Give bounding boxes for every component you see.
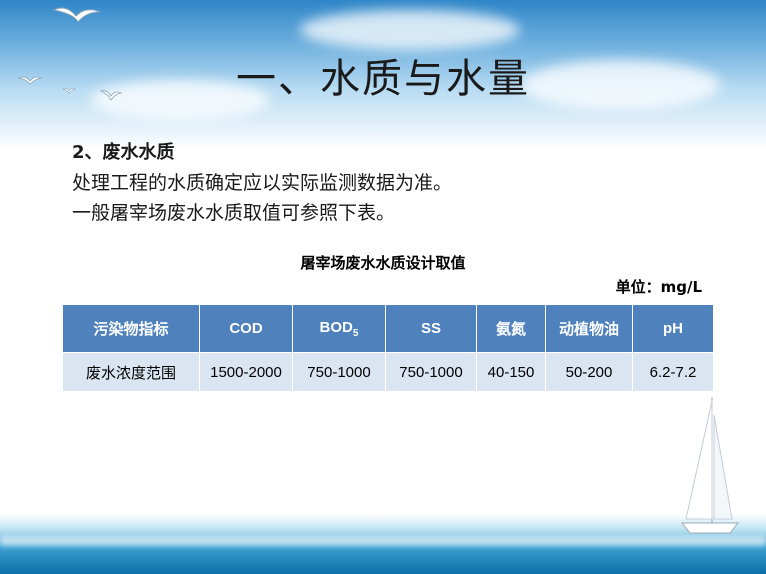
header-cell-cod: COD <box>199 304 293 353</box>
water-quality-table: 污染物指标 COD BOD5 SS 氨氮 动植物油 pH 废水浓度范围 1500… <box>62 304 714 392</box>
paragraph: 处理工程的水质确定应以实际监测数据为准。 <box>72 172 453 194</box>
header-cell-ss: SS <box>385 304 477 353</box>
cell-ss: 750-1000 <box>385 352 477 392</box>
paragraph: 一般屠宰场废水水质取值可参照下表。 <box>72 202 396 224</box>
table-title: 屠宰场废水水质设计取值 <box>300 254 466 272</box>
table-row: 废水浓度范围 1500-2000 750-1000 750-1000 40-15… <box>62 352 714 392</box>
slide-title: 一、水质与水量 <box>236 56 530 102</box>
cell-cod: 1500-2000 <box>199 352 293 392</box>
table-header-row: 污染物指标 COD BOD5 SS 氨氮 动植物油 pH <box>62 304 714 353</box>
header-cell-ph: pH <box>632 304 714 353</box>
header-cell-ammonia: 氨氮 <box>476 304 546 353</box>
section-heading: 2、废水水质 <box>72 142 175 163</box>
seagull-icon <box>52 7 101 23</box>
cell-range-label: 废水浓度范围 <box>62 352 200 392</box>
sailboat-icon <box>680 397 740 534</box>
cell-bod: 750-1000 <box>292 352 386 392</box>
cell-ammonia: 40-150 <box>476 352 546 392</box>
bod-subscript: 5 <box>352 327 359 339</box>
header-cell-indicator: 污染物指标 <box>62 304 200 353</box>
bod-label: BOD <box>319 318 353 336</box>
wave <box>0 536 766 546</box>
header-cell-bod: BOD5 <box>292 304 386 353</box>
table-unit: 单位：mg/L <box>615 278 702 296</box>
header-cell-oil: 动植物油 <box>545 304 633 353</box>
cell-ph: 6.2-7.2 <box>632 352 714 392</box>
cloud <box>300 10 520 50</box>
cell-oil: 50-200 <box>545 352 633 392</box>
